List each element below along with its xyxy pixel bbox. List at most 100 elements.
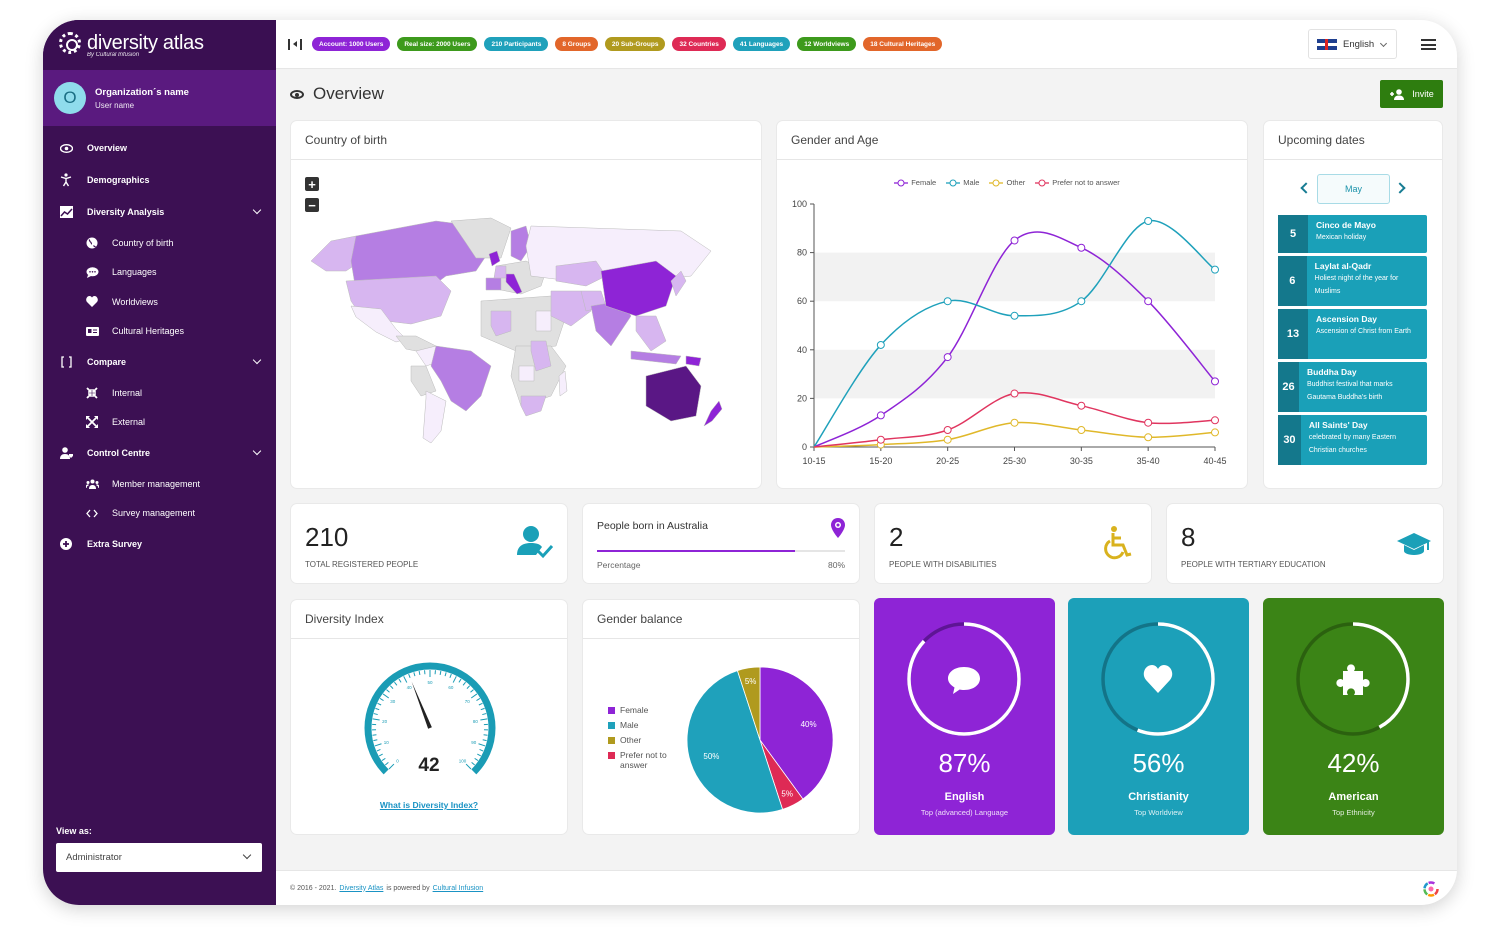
data-point[interactable] xyxy=(1144,418,1153,427)
data-point[interactable] xyxy=(1144,297,1153,306)
cultural-infusion-link[interactable]: Cultural Infusion xyxy=(433,885,484,892)
data-point[interactable] xyxy=(1211,265,1219,274)
diversity-atlas-link[interactable]: Diversity Atlas xyxy=(339,885,383,892)
gauge-tick xyxy=(389,685,394,689)
date-desc: Buddhist festival that marks Gautama Bud… xyxy=(1307,381,1393,401)
stat-pill[interactable]: 20 Sub-Groups xyxy=(604,37,666,51)
date-item[interactable]: 13 Ascension Day Ascension of Christ from … xyxy=(1278,309,1427,359)
data-point[interactable] xyxy=(943,353,952,362)
prev-month-button[interactable] xyxy=(1300,182,1312,194)
date-item[interactable]: 26 Buddha Day Buddhist festival that marks… xyxy=(1278,362,1427,412)
data-point[interactable] xyxy=(943,297,952,306)
data-point[interactable] xyxy=(876,435,885,444)
next-month-button[interactable] xyxy=(1394,182,1406,194)
sidebar-item-languages[interactable]: Languages xyxy=(43,258,276,288)
top-card[interactable]: 87% English Top (advanced) Language xyxy=(874,598,1055,835)
zoom-out-button[interactable]: − xyxy=(305,198,319,212)
sidebar-item-worldviews[interactable]: Worldviews xyxy=(43,287,276,317)
legend-item[interactable]: Other xyxy=(608,735,678,745)
data-point[interactable] xyxy=(943,435,952,444)
map-france xyxy=(493,265,507,279)
card-title: Gender balance xyxy=(583,600,859,639)
data-point[interactable] xyxy=(1010,418,1019,427)
sidebar-item-overview[interactable]: Overview xyxy=(43,132,276,164)
legend-item[interactable]: Female xyxy=(894,178,936,187)
data-point[interactable] xyxy=(1211,416,1219,425)
stat-pill[interactable]: Real size: 2000 Users xyxy=(397,37,478,51)
stat-pill[interactable]: Account: 1000 Users xyxy=(312,37,391,51)
data-point[interactable] xyxy=(1077,425,1086,434)
data-point[interactable] xyxy=(1010,311,1019,320)
legend-item[interactable]: Male xyxy=(608,720,678,730)
sidebar-item-survey-management[interactable]: Survey management xyxy=(43,499,276,529)
legend-item[interactable]: Male xyxy=(946,178,979,187)
stat-pill[interactable]: 18 Cultural Heritages xyxy=(863,37,943,51)
sidebar-item-member-management[interactable]: Member management xyxy=(43,469,276,499)
data-point[interactable] xyxy=(876,411,885,420)
sidebar-item-cultural-heritages[interactable]: Cultural Heritages xyxy=(43,317,276,347)
stat-pill[interactable]: 210 Participants xyxy=(484,37,549,51)
date-item[interactable]: 6 Laylat al-Qadr Holiest night of the year… xyxy=(1278,256,1427,306)
top-name: English xyxy=(944,791,985,803)
legend-item[interactable]: Prefer not to answer xyxy=(1035,178,1120,187)
chevron-down-icon[interactable] xyxy=(252,205,262,215)
top-subtitle: Top (advanced) Language xyxy=(920,808,1009,817)
data-point[interactable] xyxy=(1144,217,1153,226)
map-png xyxy=(685,355,702,367)
legend-item[interactable]: Female xyxy=(608,705,678,715)
sidebar-item-external[interactable]: External xyxy=(43,408,276,438)
legend-swatch xyxy=(608,752,615,759)
what-is-diversity-index-link[interactable]: What is Diversity Index? xyxy=(291,800,567,810)
chevron-down-icon[interactable] xyxy=(252,446,262,456)
invite-button[interactable]: Invite xyxy=(1380,80,1443,108)
stat-pill[interactable]: 8 Groups xyxy=(555,37,598,51)
chevron-down-icon[interactable] xyxy=(252,355,262,365)
date-item[interactable]: 30 All Saints' Day celebrated by many East… xyxy=(1278,415,1427,465)
legend-item[interactable]: Prefer not to answer xyxy=(608,750,678,770)
zoom-in-button[interactable]: + xyxy=(305,177,319,191)
legend-item[interactable]: Other xyxy=(989,178,1025,187)
month-selector[interactable]: May xyxy=(1317,174,1390,204)
data-point[interactable] xyxy=(1211,428,1219,437)
data-point[interactable] xyxy=(1144,433,1153,442)
date-item[interactable]: 5 Cinco de Mayo Mexican holiday xyxy=(1278,215,1427,253)
gender-balance-pie: 40% 5% 50% 5% xyxy=(686,666,834,814)
map-pin-icon xyxy=(831,518,845,538)
sidebar-item-label: Demographics xyxy=(87,175,150,185)
data-point[interactable] xyxy=(876,340,885,349)
stat-pill[interactable]: 32 Countries xyxy=(672,37,726,51)
gauge-value: 42 xyxy=(418,755,440,776)
data-point[interactable] xyxy=(943,425,952,434)
sidebar-item-internal[interactable]: Internal xyxy=(43,378,276,408)
menu-icon[interactable] xyxy=(1421,39,1436,50)
org-profile[interactable]: O Organization´s name User name xyxy=(43,70,276,126)
top-card[interactable]: 56% Christianity Top Worldview xyxy=(1068,598,1249,835)
data-point[interactable] xyxy=(1077,243,1086,252)
gauge-tick xyxy=(466,685,471,689)
view-as-select[interactable]: Administrator xyxy=(56,843,262,872)
sidebar-item-demographics[interactable]: Demographics xyxy=(43,164,276,196)
legend-marker xyxy=(946,179,961,186)
data-point[interactable] xyxy=(1010,236,1019,245)
collapse-sidebar-button[interactable] xyxy=(288,37,302,51)
logo[interactable]: diversity atlas By Cultural Infusion xyxy=(43,20,276,70)
data-point[interactable] xyxy=(1211,377,1219,386)
legend-marker xyxy=(894,179,909,186)
top-card[interactable]: 42% American Top Ethnicity xyxy=(1263,598,1444,835)
language-select[interactable]: English xyxy=(1308,29,1397,59)
sidebar-item-control-centre[interactable]: Control Centre xyxy=(43,437,276,469)
gauge-tick xyxy=(480,718,488,721)
gauge-tick xyxy=(373,739,378,742)
data-point[interactable] xyxy=(1077,401,1086,410)
world-map[interactable] xyxy=(301,216,761,446)
sidebar-item-extra-survey[interactable]: Extra Survey xyxy=(43,528,276,560)
stat-pill[interactable]: 41 Languages xyxy=(732,37,791,51)
sidebar-item-diversity-analysis[interactable]: Diversity Analysis xyxy=(43,196,276,228)
sidebar-item-compare[interactable]: Compare xyxy=(43,346,276,378)
add-user-icon xyxy=(1390,88,1405,100)
data-point[interactable] xyxy=(1010,389,1019,398)
data-point[interactable] xyxy=(1077,297,1086,306)
sidebar-item-country-of-birth[interactable]: Country of birth xyxy=(43,228,276,258)
legend-label: Prefer not to answer xyxy=(1052,178,1120,187)
stat-pill[interactable]: 12 Worldviews xyxy=(797,37,857,51)
